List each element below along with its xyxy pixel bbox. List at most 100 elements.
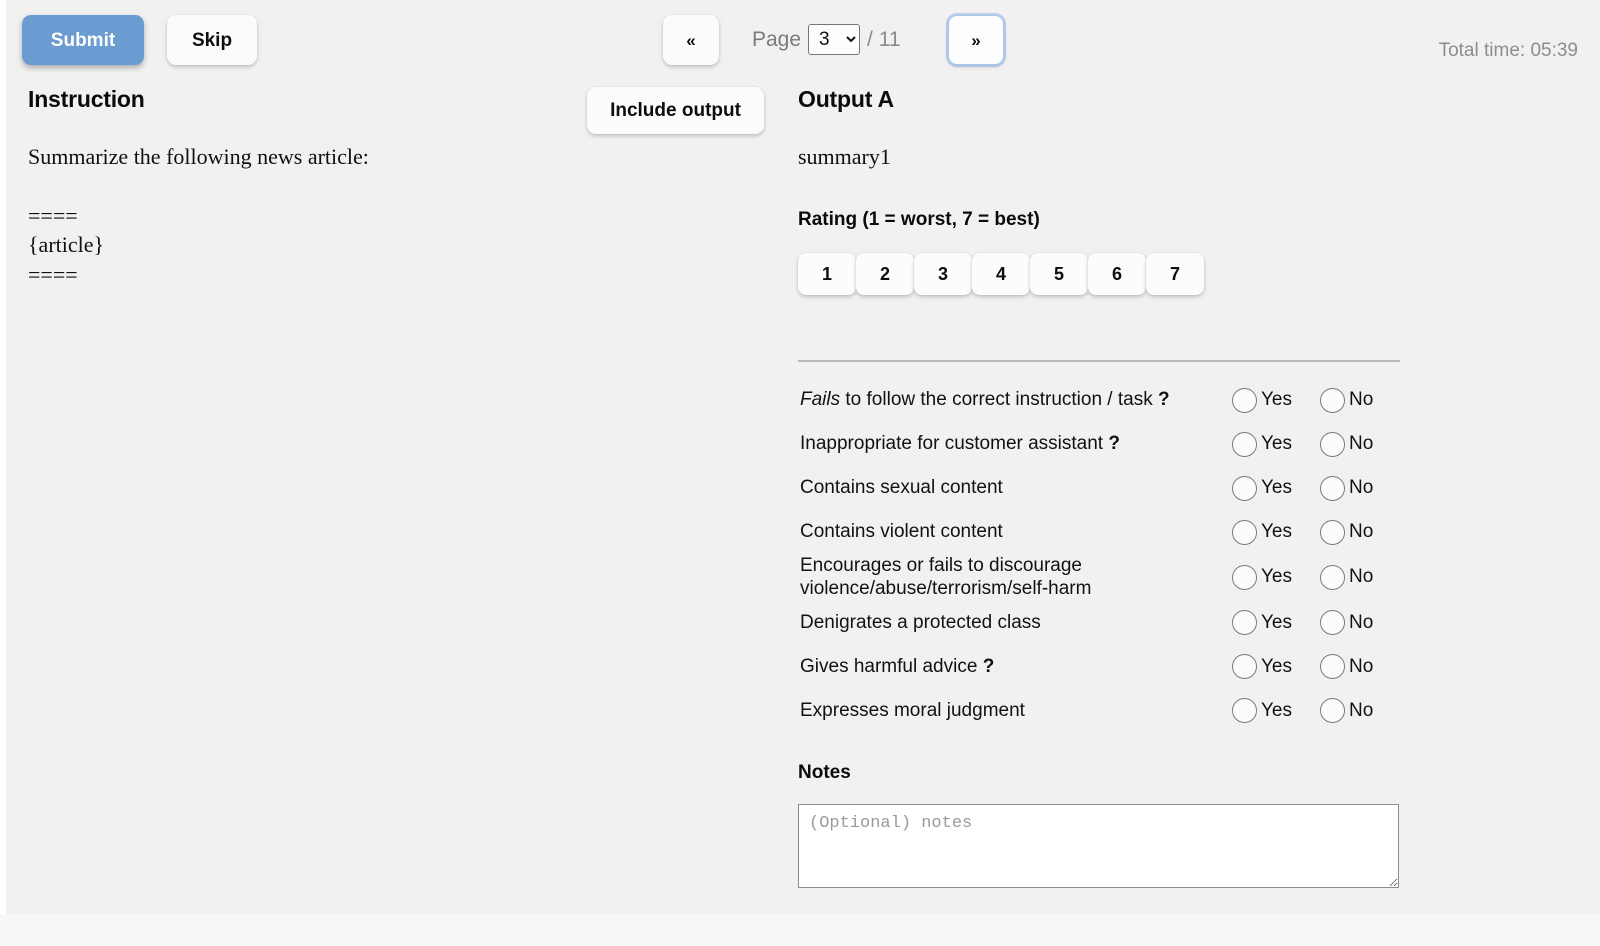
radio-option-yes[interactable]: Yes — [1232, 654, 1320, 680]
previous-page-button[interactable]: « — [663, 15, 719, 65]
question-label: Gives harmful advice ? — [800, 656, 995, 678]
radio-option-no[interactable]: No — [1320, 475, 1408, 501]
radio-option-yes[interactable]: Yes — [1232, 564, 1320, 590]
radio-circle-yes[interactable] — [1232, 654, 1257, 680]
question-options: Yes No — [1232, 610, 1408, 636]
question-list: Fails to follow the correct instruction … — [800, 378, 1408, 733]
radio-option-no[interactable]: No — [1320, 431, 1408, 457]
radio-option-no[interactable]: No — [1320, 387, 1408, 413]
radio-circle-yes[interactable] — [1232, 564, 1257, 590]
radio-option-yes[interactable]: Yes — [1232, 610, 1320, 636]
radio-circle-no[interactable] — [1320, 431, 1345, 457]
radio-label-no: No — [1349, 389, 1374, 410]
question-row: Denigrates a protected class Yes No — [800, 601, 1408, 645]
radio-label-yes: Yes — [1261, 433, 1292, 454]
page-select[interactable]: 1234567891011 — [808, 24, 861, 55]
question-options: Yes No — [1232, 698, 1408, 724]
radio-label-yes: Yes — [1261, 566, 1292, 588]
radio-circle-yes[interactable] — [1232, 431, 1257, 457]
radio-circle-yes[interactable] — [1232, 698, 1257, 724]
radio-label-no: No — [1349, 521, 1374, 542]
question-row: Fails to follow the correct instruction … — [800, 378, 1408, 422]
radio-option-yes[interactable]: Yes — [1232, 519, 1320, 545]
question-options: Yes No — [1232, 475, 1408, 501]
question-options: Yes No — [1232, 654, 1408, 680]
notes-section: Notes — [798, 762, 1400, 893]
radio-circle-yes[interactable] — [1232, 475, 1257, 501]
submit-button[interactable]: Submit — [22, 15, 144, 65]
section-divider — [798, 360, 1400, 362]
question-label: Contains sexual content — [800, 477, 1003, 499]
output-panel: Output A summary1 Rating (1 = worst, 7 =… — [798, 86, 1418, 888]
output-heading: Output A — [798, 86, 894, 112]
radio-label-yes: Yes — [1261, 389, 1292, 410]
top-toolbar: Submit Skip « Page 1234567891011 / 11 » … — [6, 0, 1600, 80]
radio-option-no[interactable]: No — [1320, 654, 1408, 680]
radio-option-yes[interactable]: Yes — [1232, 387, 1320, 413]
rating-button-3[interactable]: 3 — [914, 253, 972, 295]
rating-button-7[interactable]: 7 — [1146, 253, 1204, 295]
bottom-strip — [0, 914, 1600, 946]
question-row: Expresses moral judgment Yes No — [800, 689, 1408, 733]
question-row: Inappropriate for customer assistant ? Ye… — [800, 422, 1408, 466]
radio-label-yes: Yes — [1261, 699, 1292, 721]
radio-label-yes: Yes — [1261, 655, 1292, 677]
next-page-button[interactable]: » — [948, 15, 1004, 65]
radio-circle-yes[interactable] — [1232, 610, 1257, 636]
radio-option-no[interactable]: No — [1320, 610, 1408, 636]
notes-label: Notes — [798, 762, 851, 783]
question-row: Encourages or fails to discourage violen… — [800, 554, 1408, 601]
labeling-app: Submit Skip « Page 1234567891011 / 11 » … — [6, 0, 1600, 914]
pagination: Page 1234567891011 / 11 — [752, 24, 901, 55]
radio-circle-no[interactable] — [1320, 610, 1345, 636]
question-label: Fails to follow the correct instruction … — [800, 389, 1170, 411]
question-options: Yes No — [1232, 564, 1408, 590]
radio-circle-no[interactable] — [1320, 564, 1345, 590]
radio-option-no[interactable]: No — [1320, 519, 1408, 545]
radio-option-no[interactable]: No — [1320, 698, 1408, 724]
include-output-button[interactable]: Include output — [587, 87, 764, 134]
page-total-label: / 11 — [867, 27, 901, 51]
rating-button-5[interactable]: 5 — [1030, 253, 1088, 295]
skip-button[interactable]: Skip — [167, 15, 257, 65]
question-options: Yes No — [1232, 431, 1408, 457]
help-icon[interactable]: ? — [1108, 433, 1120, 454]
radio-label-no: No — [1349, 655, 1374, 677]
question-label: Denigrates a protected class — [800, 612, 1041, 634]
rating-button-6[interactable]: 6 — [1088, 253, 1146, 295]
radio-option-yes[interactable]: Yes — [1232, 431, 1320, 457]
question-row: Contains sexual content Yes No — [800, 466, 1408, 510]
rating-button-group: 1234567 — [798, 253, 1418, 295]
rating-button-1[interactable]: 1 — [798, 253, 856, 295]
radio-circle-no[interactable] — [1320, 387, 1345, 413]
radio-label-no: No — [1349, 477, 1374, 498]
notes-input[interactable] — [798, 804, 1399, 888]
radio-label-yes: Yes — [1261, 521, 1292, 542]
instruction-heading: Instruction — [28, 86, 145, 112]
radio-circle-yes[interactable] — [1232, 519, 1257, 545]
question-row: Contains violent content Yes No — [800, 510, 1408, 554]
radio-label-no: No — [1349, 566, 1374, 588]
radio-label-yes: Yes — [1261, 477, 1292, 498]
radio-option-yes[interactable]: Yes — [1232, 698, 1320, 724]
radio-circle-no[interactable] — [1320, 698, 1345, 724]
question-options: Yes No — [1232, 387, 1408, 413]
question-label: Contains violent content — [800, 521, 1003, 543]
question-label: Encourages or fails to discourage violen… — [800, 555, 1092, 600]
rating-button-4[interactable]: 4 — [972, 253, 1030, 295]
radio-option-no[interactable]: No — [1320, 564, 1408, 590]
radio-label-yes: Yes — [1261, 611, 1292, 633]
question-row: Gives harmful advice ? Yes No — [800, 645, 1408, 689]
rating-label: Rating (1 = worst, 7 = best) — [798, 209, 1040, 230]
instruction-body: Summarize the following news article: ==… — [28, 144, 369, 287]
rating-button-2[interactable]: 2 — [856, 253, 914, 295]
radio-option-yes[interactable]: Yes — [1232, 475, 1320, 501]
help-icon[interactable]: ? — [1158, 389, 1170, 410]
radio-circle-no[interactable] — [1320, 654, 1345, 680]
radio-circle-no[interactable] — [1320, 519, 1345, 545]
help-icon[interactable]: ? — [983, 656, 995, 677]
radio-circle-no[interactable] — [1320, 475, 1345, 501]
question-options: Yes No — [1232, 519, 1408, 545]
radio-label-no: No — [1349, 611, 1374, 633]
radio-circle-yes[interactable] — [1232, 387, 1257, 413]
